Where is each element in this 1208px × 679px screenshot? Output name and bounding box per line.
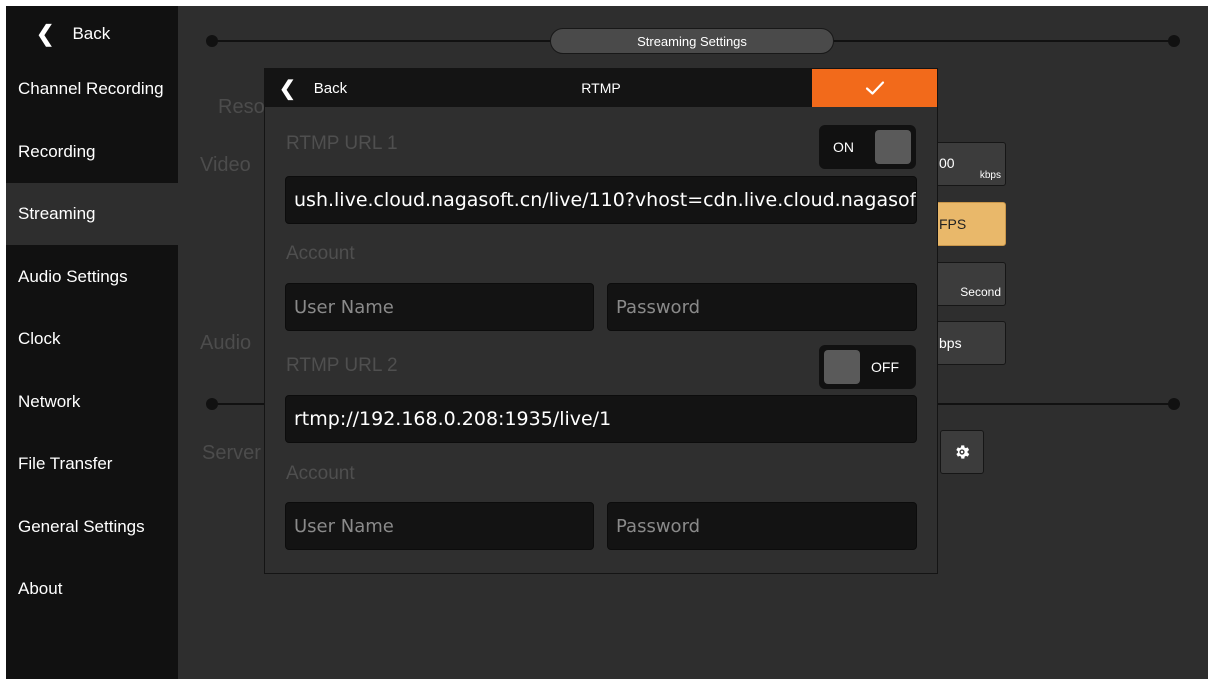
username-2-field[interactable]	[285, 502, 594, 550]
sidebar: ❮ Back Channel Recording Recording Strea…	[6, 6, 178, 679]
password-1-input[interactable]	[616, 296, 916, 318]
rtmp-url-2-label: RTMP URL 2	[286, 355, 398, 376]
divider-dot	[206, 398, 218, 410]
sidebar-item-label: General Settings	[18, 517, 145, 536]
sidebar-item-label: Streaming	[18, 204, 96, 223]
sidebar-item-label: File Transfer	[18, 454, 113, 473]
sidebar-item-network[interactable]: Network	[6, 371, 178, 433]
account-2-label: Account	[286, 463, 355, 484]
toggle-knob	[824, 350, 860, 384]
password-1-field[interactable]	[607, 283, 917, 331]
rtmp-url-2-toggle[interactable]: OFF	[819, 345, 916, 389]
sidebar-back-button[interactable]: ❮ Back	[6, 6, 178, 62]
divider-dot	[206, 35, 218, 47]
sidebar-item-channel-recording[interactable]: Channel Recording	[6, 58, 178, 120]
toggle-knob	[875, 130, 911, 164]
username-2-input[interactable]	[294, 515, 593, 537]
chevron-left-icon: ❮	[36, 21, 55, 46]
app-window: ❮ Back Channel Recording Recording Strea…	[6, 6, 1208, 679]
rtmp-url-2-value: rtmp://192.168.0.208:1935/live/1	[294, 408, 612, 430]
username-1-input[interactable]	[294, 296, 593, 318]
rtmp-url-1-input[interactable]: ush.live.cloud.nagasoft.cn/live/110?vhos…	[285, 176, 917, 224]
dialog-header: ❮ Back RTMP	[265, 69, 937, 107]
divider-dot	[1168, 398, 1180, 410]
sidebar-item-label: About	[18, 579, 63, 598]
sidebar-item-label: Channel Recording	[18, 79, 164, 98]
keyframe-interval-field[interactable]: Second	[928, 262, 1006, 306]
sidebar-item-label: Recording	[18, 142, 96, 161]
toggle-state-label: ON	[833, 139, 854, 155]
sidebar-item-clock[interactable]: Clock	[6, 308, 178, 370]
sidebar-item-label: Clock	[18, 329, 61, 348]
video-bitrate-unit: kbps	[979, 170, 1001, 181]
section-title: Streaming Settings	[550, 28, 834, 54]
video-bitrate-field[interactable]: 00 kbps	[928, 142, 1006, 186]
sidebar-item-label: Audio Settings	[18, 267, 128, 286]
server-label: Server	[202, 442, 261, 464]
rtmp-dialog: ❮ Back RTMP RTMP URL 1 ON ush.live.cloud…	[264, 68, 938, 574]
audio-bitrate-value: bps	[939, 335, 962, 351]
divider-dot	[1168, 35, 1180, 47]
sidebar-back-label: Back	[72, 24, 111, 43]
password-2-field[interactable]	[607, 502, 917, 550]
account-1-label: Account	[286, 243, 355, 264]
rtmp-url-2-input[interactable]: rtmp://192.168.0.208:1935/live/1	[285, 395, 917, 443]
toggle-state-label: OFF	[871, 359, 899, 375]
fps-value: FPS	[939, 216, 967, 232]
server-settings-button[interactable]	[940, 430, 984, 474]
video-label: Video	[200, 154, 251, 176]
rtmp-url-1-toggle[interactable]: ON	[819, 125, 916, 169]
chevron-left-icon: ❮	[279, 77, 296, 100]
password-2-input[interactable]	[616, 515, 916, 537]
audio-label: Audio	[200, 332, 252, 354]
dialog-back-label: Back	[313, 79, 348, 97]
sidebar-item-audio-settings[interactable]: Audio Settings	[6, 246, 178, 308]
sidebar-item-general-settings[interactable]: General Settings	[6, 496, 178, 558]
sidebar-item-recording[interactable]: Recording	[6, 121, 178, 183]
keyframe-interval-unit: Second	[960, 285, 1001, 299]
dialog-back-button[interactable]: ❮ Back	[279, 69, 347, 107]
check-icon	[865, 81, 884, 95]
username-1-field[interactable]	[285, 283, 594, 331]
sidebar-item-label: Network	[18, 392, 81, 411]
audio-bitrate-field[interactable]: bps	[928, 321, 1006, 365]
sidebar-item-streaming[interactable]: Streaming	[6, 183, 178, 245]
gear-icon	[956, 445, 970, 459]
video-bitrate-value: 00	[939, 155, 955, 171]
rtmp-url-1-value: ush.live.cloud.nagasoft.cn/live/110?vhos…	[294, 189, 917, 211]
resolution-label: Reso	[218, 96, 265, 118]
rtmp-url-1-label: RTMP URL 1	[286, 133, 398, 154]
fps-selector[interactable]: FPS	[928, 202, 1006, 246]
sidebar-item-file-transfer[interactable]: File Transfer	[6, 433, 178, 495]
sidebar-item-about[interactable]: About	[6, 558, 178, 620]
confirm-button[interactable]	[812, 69, 937, 107]
